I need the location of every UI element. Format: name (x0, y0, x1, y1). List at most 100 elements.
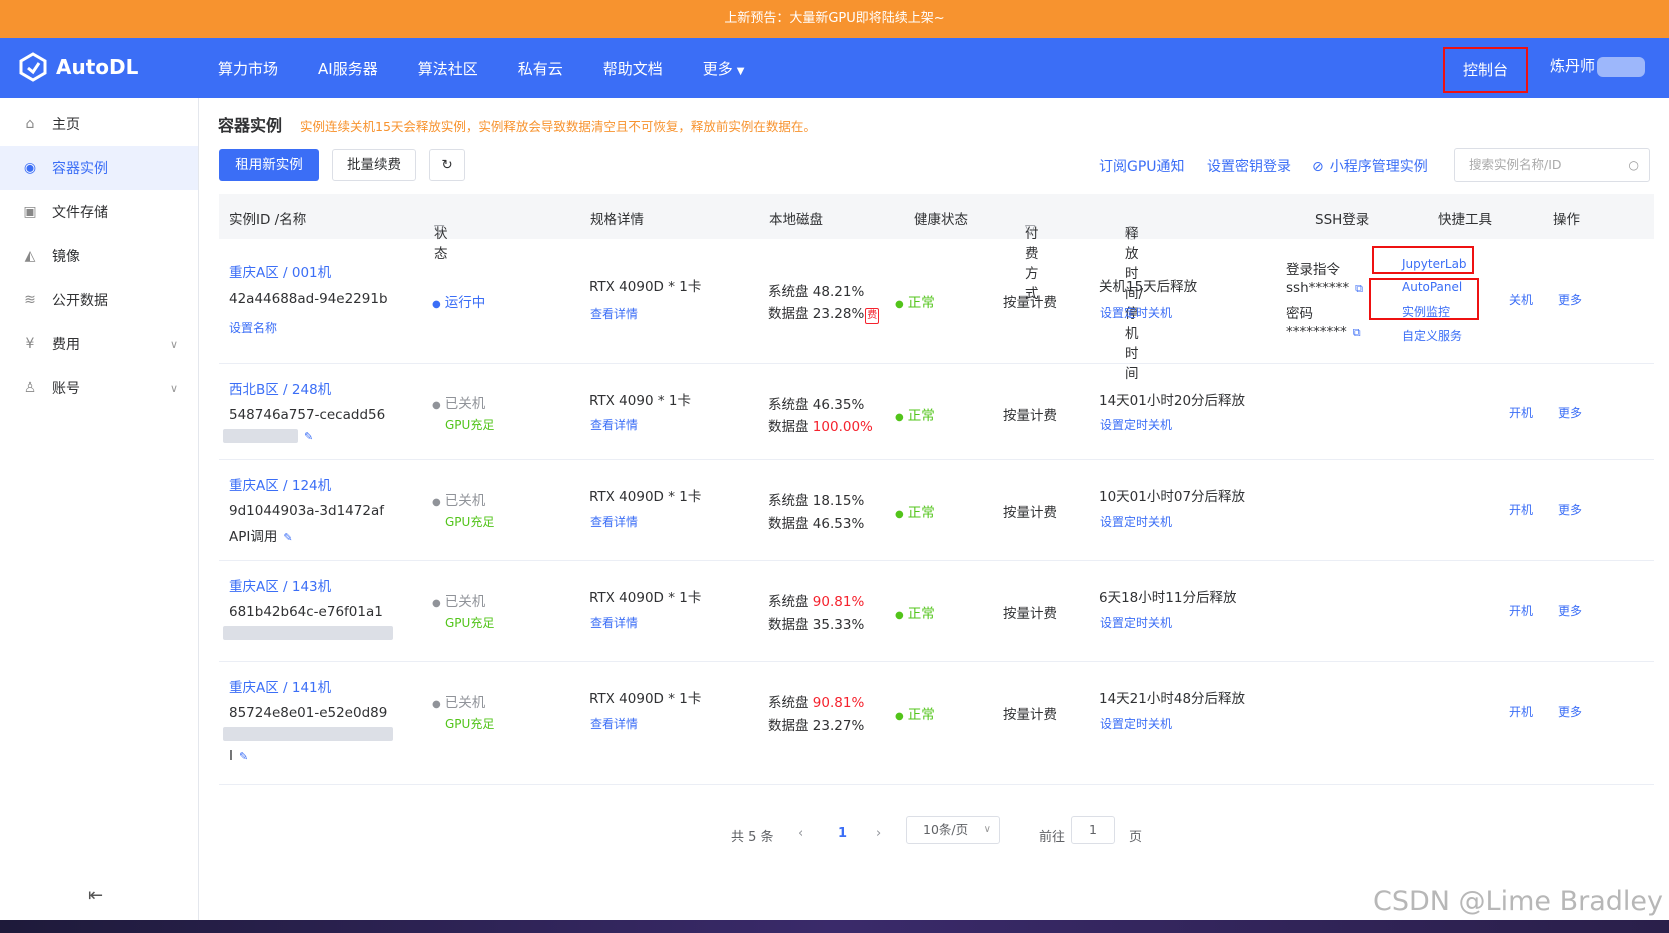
more-button[interactable]: 更多 (1558, 703, 1582, 720)
set-timer-shutdown-link[interactable]: 设置定时关机 (1100, 614, 1172, 631)
image-icon: ◭ (24, 248, 36, 264)
copy-icon[interactable]: ⧉ (1355, 282, 1363, 295)
sidebar-item-label: 账号 (52, 381, 80, 397)
more-button[interactable]: 更多 (1558, 404, 1582, 421)
edit-icon[interactable]: ✎ (239, 750, 248, 763)
miniprogram-icon: ⊘ (1312, 159, 1324, 175)
gpu-spec: RTX 4090D * 1卡 (589, 691, 702, 707)
goto-page-input[interactable]: 1 (1071, 816, 1115, 844)
database-icon: ≋ (24, 292, 36, 308)
instance-region[interactable]: 重庆A区 / 143机 (229, 575, 331, 595)
instance-id: 9d1044903a-3d1472af (229, 503, 384, 519)
set-timer-shutdown-link[interactable]: 设置定时关机 (1100, 304, 1172, 321)
set-timer-shutdown-link[interactable]: 设置定时关机 (1100, 416, 1172, 433)
page-size-value: 10条/页 (923, 822, 969, 837)
instance-name-text: API调用 (229, 529, 278, 545)
batch-renew-button[interactable]: 批量续费 (332, 149, 416, 181)
status-text: 运行中 (444, 295, 486, 311)
status-badge: ● 已关机 (432, 493, 486, 509)
view-detail-link[interactable]: 查看详情 (590, 305, 638, 322)
more-button[interactable]: 更多 (1558, 602, 1582, 619)
sys-disk-label: 系统盘 (768, 493, 809, 509)
copy-icon[interactable]: ⧉ (1353, 326, 1361, 339)
fee-tag[interactable]: 费 (865, 308, 880, 324)
sidebar-item-container[interactable]: ◉ 容器实例 (0, 146, 198, 190)
view-detail-link[interactable]: 查看详情 (590, 416, 638, 433)
set-timer-shutdown-link[interactable]: 设置定时关机 (1100, 715, 1172, 732)
more-button[interactable]: 更多 (1558, 291, 1582, 308)
refresh-button[interactable]: ↻ (429, 149, 465, 181)
blurred-name (223, 429, 298, 443)
set-key-login-link[interactable]: 设置密钥登录 (1207, 156, 1291, 176)
autodl-logo-icon (19, 52, 47, 82)
rent-new-instance-button[interactable]: 租用新实例 (219, 149, 319, 181)
sidebar-item-image[interactable]: ◭ 镜像 (0, 234, 198, 278)
view-detail-link[interactable]: 查看详情 (590, 614, 638, 631)
table-row: 重庆A区 / 001机 42a44688ad-94e2291b 设置名称 ● 运行… (219, 239, 1654, 364)
chevron-down-icon: ∨ (169, 337, 178, 351)
subscribe-gpu-link[interactable]: 订阅GPU通知 (1099, 156, 1185, 176)
view-detail-link[interactable]: 查看详情 (590, 513, 638, 530)
instance-region[interactable]: 重庆A区 / 141机 (229, 676, 331, 696)
data-disk-label: 数据盘 (768, 306, 809, 322)
instance-region[interactable]: 西北B区 / 248机 (229, 378, 331, 398)
gpu-spec: RTX 4090D * 1卡 (589, 590, 702, 606)
edit-icon[interactable]: ✎ (283, 531, 292, 544)
set-name-link[interactable]: 设置名称 (229, 319, 277, 336)
instance-id: 681b42b64c-e76f01a1 (229, 604, 383, 620)
announcement-banner[interactable]: 上新预告：大量新GPU即将陆续上架~ (0, 0, 1669, 38)
instance-name: I ✎ (229, 748, 248, 764)
password-label: 密码 (1286, 306, 1313, 322)
sidebar-item-home[interactable]: ⌂ 主页 (0, 102, 198, 146)
sidebar-item-label: 镜像 (52, 249, 80, 265)
power-on-button[interactable]: 开机 (1509, 703, 1533, 720)
next-page-icon[interactable]: › (876, 826, 881, 841)
sidebar-item-public-data[interactable]: ≋ 公开数据 (0, 278, 198, 322)
power-on-button[interactable]: 开机 (1509, 501, 1533, 518)
power-on-button[interactable]: 开机 (1509, 602, 1533, 619)
total-count: 共 5 条 (731, 830, 774, 845)
console-button[interactable]: 控制台 (1443, 47, 1528, 93)
table-row: 重庆A区 / 143机 681b42b64c-e76f01a1 ● 已关机 GPU… (219, 561, 1654, 662)
status-badge: ● 已关机 (432, 695, 486, 711)
edit-icon[interactable]: ✎ (304, 430, 313, 443)
instance-name-blurred (223, 625, 393, 641)
page-number-current[interactable]: 1 (838, 826, 847, 841)
tool-custom-service[interactable]: 自定义服务 (1402, 327, 1462, 344)
search-input[interactable]: 搜索实例名称/ID ○ (1454, 148, 1650, 182)
instance-region[interactable]: 重庆A区 / 001机 (229, 261, 331, 281)
nav-help-docs[interactable]: 帮助文档 (603, 58, 663, 79)
sidebar-item-account[interactable]: ♙ 账号 ∨ (0, 366, 198, 410)
gpu-availability: GPU充足 (445, 418, 495, 432)
view-detail-link[interactable]: 查看详情 (590, 715, 638, 732)
nav-more[interactable]: 更多 ▼ (703, 58, 745, 79)
more-button[interactable]: 更多 (1558, 501, 1582, 518)
miniprogram-manage-link[interactable]: ⊘ 小程序管理实例 (1312, 156, 1428, 176)
power-on-button[interactable]: 开机 (1509, 404, 1533, 421)
data-disk-value: 46.53% (812, 516, 865, 532)
release-time: 关机15天后释放 (1099, 279, 1198, 295)
instance-name-blurred (223, 726, 393, 742)
brand-logo[interactable]: AutoDL (18, 52, 138, 82)
shutdown-button[interactable]: 关机 (1509, 291, 1533, 308)
data-disk: 数据盘 35.33% (768, 613, 864, 633)
data-disk: 数据盘 23.28% 费 (768, 302, 880, 324)
collapse-sidebar-icon[interactable]: ⇤ (88, 885, 103, 906)
nav-ai-server[interactable]: AI服务器 (318, 58, 378, 79)
page-unit-label: 页 (1129, 830, 1143, 845)
prev-page-icon[interactable]: ‹ (798, 826, 803, 841)
sidebar-item-label: 容器实例 (52, 161, 108, 177)
user-menu[interactable]: 炼丹师 (1550, 55, 1646, 77)
nav-private-cloud[interactable]: 私有云 (518, 58, 563, 79)
main-content: 容器实例 实例连续关机15天会释放实例，实例释放会导致数据清空且不可恢复，释放前… (200, 98, 1669, 920)
page-size-select[interactable]: 10条/页 ∨ (906, 816, 1000, 844)
nav-algo-community[interactable]: 算法社区 (418, 58, 478, 79)
nav-compute-market[interactable]: 算力市场 (218, 58, 278, 79)
data-disk: 数据盘 100.00% (768, 415, 873, 435)
sidebar-item-storage[interactable]: ▣ 文件存储 (0, 190, 198, 234)
sidebar-item-fees[interactable]: ¥ 费用 ∨ (0, 322, 198, 366)
instance-region[interactable]: 重庆A区 / 124机 (229, 474, 331, 494)
set-timer-shutdown-link[interactable]: 设置定时关机 (1100, 513, 1172, 530)
data-disk-value: 100.00% (812, 419, 873, 435)
instance-name-text: I (229, 748, 233, 764)
